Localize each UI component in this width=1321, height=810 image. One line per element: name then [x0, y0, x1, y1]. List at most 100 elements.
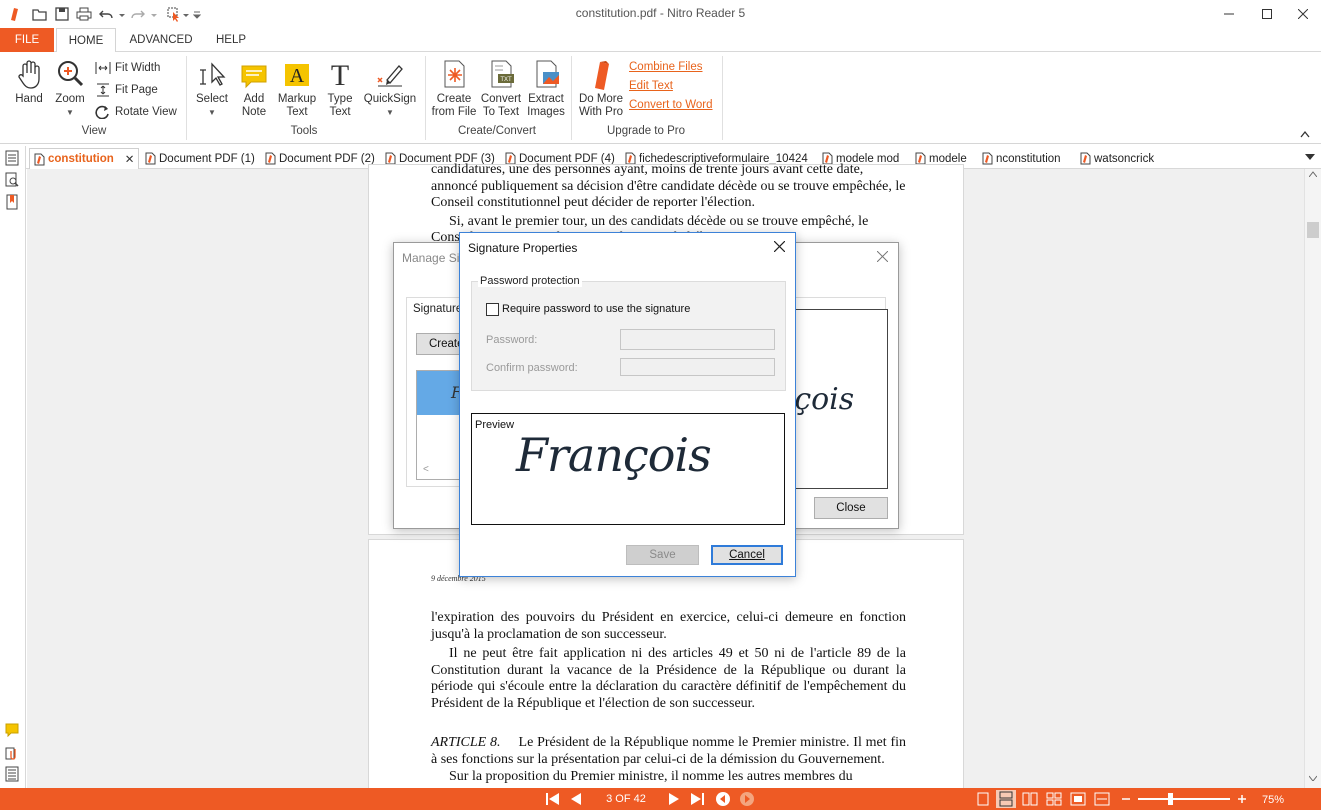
zoom-out-icon[interactable]: [1120, 792, 1132, 806]
markup-label-2: Text: [286, 106, 308, 118]
upgrade-group-label: Upgrade to Pro: [607, 125, 685, 137]
pdf-page: 9 décembre 2015 l'expiration des pouvoir…: [368, 539, 964, 799]
select-label: Select: [196, 93, 228, 105]
rotate-icon: [95, 105, 109, 119]
single-page-view-icon[interactable]: [976, 792, 990, 806]
tab-file[interactable]: FILE: [0, 28, 54, 52]
fit-width-icon: [95, 62, 111, 74]
type-text-button[interactable]: T Type Text: [322, 58, 358, 119]
doc-tab-label: modele: [929, 152, 967, 165]
doc-tab[interactable]: Document PDF (2): [265, 149, 375, 168]
hand-label: Hand: [15, 93, 43, 105]
ribbon-separator: [722, 56, 723, 140]
article-text: Le Président de la République nomme le P…: [431, 735, 906, 767]
quicksign-button[interactable]: QuickSign ▼: [362, 58, 418, 119]
window-title: constitution.pdf - Nitro Reader 5: [575, 6, 746, 20]
ribbon: Hand Zoom ▼ Fit Width Fit Page Rotate Vi…: [0, 52, 1321, 144]
previous-page-icon[interactable]: [570, 793, 582, 805]
comments-panel-icon[interactable]: [5, 723, 19, 737]
collapse-ribbon-icon[interactable]: [1300, 130, 1310, 138]
close-button[interactable]: Close: [814, 497, 888, 519]
zoom-level[interactable]: 75%: [1262, 794, 1284, 806]
select-cursor-icon: [200, 62, 226, 86]
zoom-slider-thumb[interactable]: [1168, 793, 1173, 805]
password-input[interactable]: [620, 329, 775, 350]
do-more-with-pro-button[interactable]: Do More With Pro: [576, 58, 626, 119]
continuous-view-icon[interactable]: [996, 790, 1016, 808]
edit-text-link[interactable]: Edit Text: [629, 80, 673, 92]
doc-tab[interactable]: nconstitution: [982, 149, 1061, 168]
extract-images-button[interactable]: Extract Images: [524, 58, 568, 119]
manage-dialog-close-icon[interactable]: [877, 251, 888, 262]
fit-width-button[interactable]: Fit Width: [95, 61, 160, 75]
close-tab-icon[interactable]: ✕: [125, 152, 135, 166]
first-page-icon[interactable]: [546, 793, 560, 805]
page-indicator[interactable]: 3 OF 42: [596, 793, 656, 805]
convert-to-text-button[interactable]: TXT Convert To Text: [478, 58, 524, 119]
tab-advanced[interactable]: ADVANCED: [120, 28, 202, 52]
scroll-up-icon[interactable]: [1309, 171, 1317, 177]
pages-panel-icon[interactable]: [5, 150, 19, 166]
doc-tab-label: Document PDF (1): [159, 152, 255, 165]
rotate-view-button[interactable]: Rotate View: [95, 105, 177, 119]
save-button[interactable]: Save: [626, 545, 699, 565]
doc-tab[interactable]: Document PDF (1): [145, 149, 255, 168]
require-password-label: Require password to use the signature: [502, 303, 691, 315]
pdf-file-icon: [1080, 152, 1091, 165]
add-note-button[interactable]: Add Note: [236, 58, 272, 119]
facing-view-icon[interactable]: [1022, 792, 1038, 806]
quicksign-dropdown-icon: ▼: [386, 108, 394, 117]
doc-tab-label: watsoncrick: [1094, 152, 1155, 165]
select-button[interactable]: Select ▼: [194, 58, 230, 119]
password-label: Password:: [486, 334, 538, 346]
fit-width-status-icon[interactable]: [1094, 792, 1110, 806]
list-scroll-left-icon[interactable]: <: [423, 464, 429, 475]
text-line: annoncé publiquement sa décision d'être …: [431, 178, 906, 194]
last-page-icon[interactable]: [690, 793, 704, 805]
tab-list-dropdown-icon[interactable]: [1305, 153, 1315, 161]
facing-continuous-view-icon[interactable]: [1046, 792, 1062, 806]
signature-dialog-close-icon[interactable]: [774, 241, 785, 252]
close-window-button[interactable]: [1280, 0, 1321, 28]
cancel-button[interactable]: Cancel: [711, 545, 783, 565]
tab-help[interactable]: HELP: [206, 28, 256, 52]
fit-page-icon: [97, 83, 109, 97]
tab-home[interactable]: HOME: [56, 28, 116, 53]
output-panel-icon[interactable]: [5, 766, 19, 782]
fit-page-status-icon[interactable]: [1070, 792, 1086, 806]
scroll-thumb[interactable]: [1307, 222, 1319, 238]
markup-text-button[interactable]: A Markup Text: [276, 58, 318, 119]
back-view-icon[interactable]: [715, 791, 731, 807]
select-dropdown-arrow-icon: ▼: [208, 108, 216, 117]
svg-text:TXT: TXT: [500, 77, 512, 83]
create-convert-group-label: Create/Convert: [458, 125, 536, 137]
zoom-button[interactable]: Zoom ▼: [52, 58, 88, 119]
fit-page-button[interactable]: Fit Page: [95, 83, 158, 97]
vertical-scrollbar[interactable]: [1304, 169, 1321, 788]
zoom-slider-track[interactable]: [1138, 798, 1230, 800]
require-password-checkbox[interactable]: [486, 303, 499, 316]
attachments-panel-icon[interactable]: [5, 745, 19, 761]
type-label-2: Text: [329, 106, 351, 118]
combine-files-link[interactable]: Combine Files: [629, 61, 703, 73]
convert-to-word-link[interactable]: Convert to Word: [629, 99, 713, 111]
extract-label-1: Extract: [528, 93, 564, 105]
hand-button[interactable]: Hand: [10, 58, 48, 106]
doc-tab[interactable]: watsoncrick: [1080, 149, 1154, 168]
bookmarks-panel-icon[interactable]: [5, 194, 19, 210]
find-panel-icon[interactable]: [5, 172, 19, 188]
confirm-password-input[interactable]: [620, 358, 775, 376]
left-panel-bar: [0, 146, 26, 788]
add-note-label-1: Add: [243, 93, 265, 105]
zoom-in-icon[interactable]: [1236, 792, 1248, 806]
text-line: Si, avant le premier tour, un des candid…: [449, 213, 869, 229]
forward-view-icon[interactable]: [739, 791, 755, 807]
scroll-down-icon[interactable]: [1309, 775, 1317, 781]
next-page-icon[interactable]: [668, 793, 680, 805]
signatures-group-label: Signature: [413, 303, 463, 315]
ribbon-separator: [186, 56, 187, 140]
title-bar: constitution.pdf - Nitro Reader 5: [0, 0, 1321, 28]
create-from-file-button[interactable]: Create from File: [430, 58, 478, 119]
quicksign-label: QuickSign: [363, 93, 417, 105]
doc-tab-constitution[interactable]: constitution ✕: [29, 148, 140, 169]
